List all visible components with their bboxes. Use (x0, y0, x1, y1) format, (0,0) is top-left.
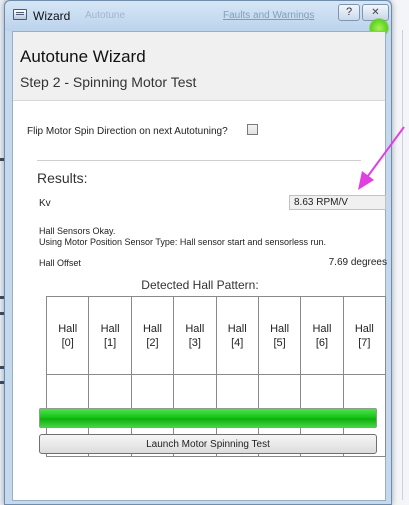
background-right-edge (391, 0, 409, 505)
background-tab-title: Autotune (85, 10, 126, 21)
help-button[interactable]: ? (338, 4, 360, 21)
hall-header-row: Hall [0] Hall [1] Hall [2] Hall [3] Hall… (45, 296, 387, 375)
hall-header-cell: Hall [1] (88, 296, 132, 375)
kv-label: Kv (39, 198, 51, 209)
hall-offset-label: Hall Offset (39, 258, 81, 268)
hall-header-cell: Hall [4] (215, 296, 259, 375)
title-bar[interactable]: Wizard Autotune Faults and Warnings ? ✕ (5, 1, 391, 31)
hall-offset-value: 7.69 degrees (328, 257, 387, 268)
hall-header-cell: Hall [7] (342, 296, 387, 375)
hall-header-cell: Hall [0] (45, 296, 90, 375)
wizard-header: Autotune Wizard Step 2 - Spinning Motor … (13, 32, 385, 101)
results-heading: Results: (37, 170, 88, 186)
flip-direction-label: Flip Motor Spin Direction on next Autotu… (27, 126, 228, 137)
kv-value-field: 8.63 RPM/V (289, 195, 386, 210)
window-app-icon (13, 9, 27, 20)
divider (37, 160, 361, 161)
hall-pattern-title: Detected Hall Pattern: (141, 278, 259, 292)
hall-pattern-table: Hall [0] Hall [1] Hall [2] Hall [3] Hall… (45, 296, 387, 457)
wizard-title: Autotune Wizard (20, 47, 146, 66)
hall-header-cell: Hall [2] (130, 296, 175, 375)
hall-header-cell: Hall [5] (257, 296, 302, 375)
hall-header-cell: Hall [3] (173, 296, 217, 375)
background-divider (402, 30, 403, 500)
hall-status-text: Hall Sensors Okay. (39, 226, 116, 236)
wizard-step-label: Step 2 - Spinning Motor Test (20, 74, 197, 90)
sensor-type-text: Using Motor Position Sensor Type: Hall s… (39, 237, 326, 247)
wizard-content: Autotune Wizard Step 2 - Spinning Motor … (12, 31, 387, 501)
window-title: Wizard (33, 9, 71, 23)
progress-bar (39, 408, 377, 428)
hall-header-cell: Hall [6] (300, 296, 344, 375)
wizard-window: Wizard Autotune Faults and Warnings ? ✕ … (4, 0, 392, 505)
flip-direction-checkbox[interactable] (247, 124, 258, 135)
launch-motor-test-button[interactable]: Launch Motor Spinning Test (39, 434, 377, 454)
background-tab-title: Faults and Warnings (223, 10, 315, 21)
